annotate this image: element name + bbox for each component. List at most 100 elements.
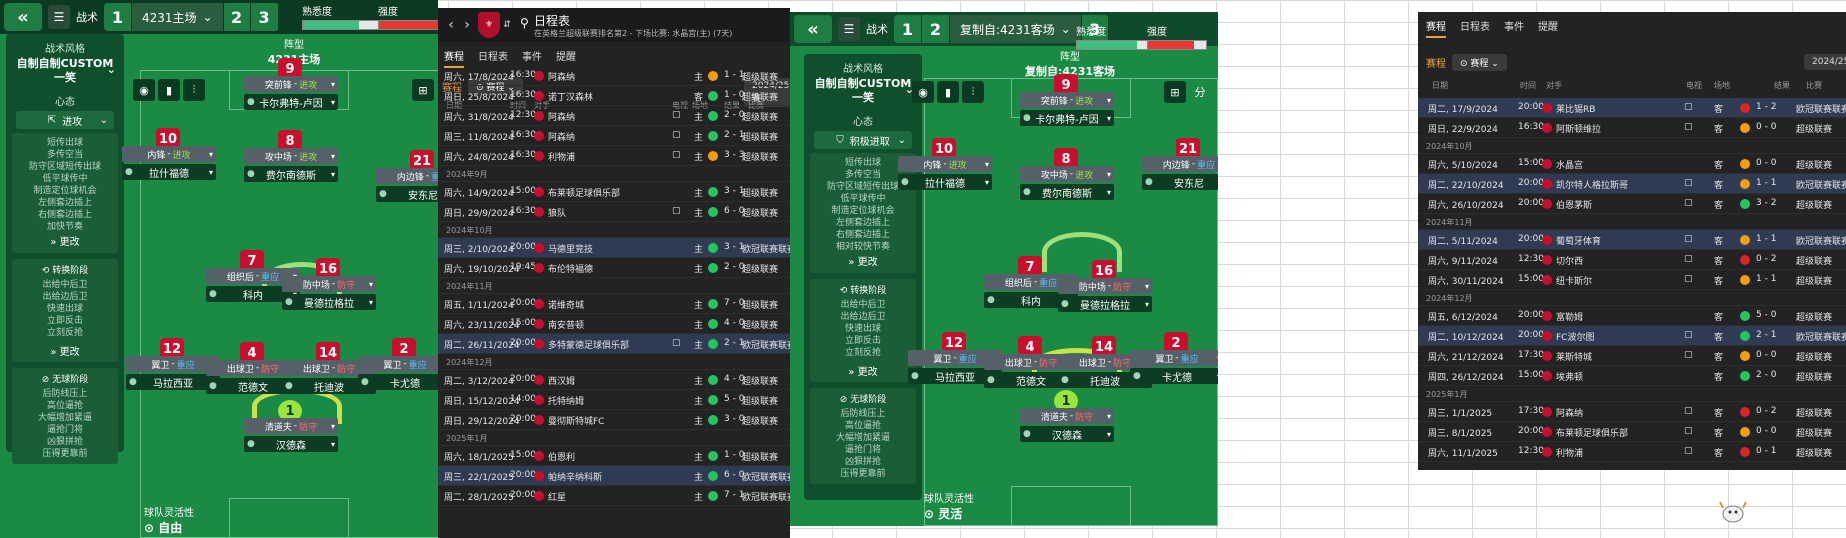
fixture-row[interactable]: 周日, 22/9/2024 16:30 阿斯顿维拉 ▢ 客 0 - 0 超级联赛 (1418, 118, 1846, 138)
player-role[interactable]: 内边锋-重应▾ (1142, 156, 1218, 172)
col-tv[interactable]: 电视 (1686, 80, 1702, 91)
fixture-row[interactable]: 周二, 26/11/2024 20:00 多特蒙德足球俱乐部 ▢ 主 2 - 1 欧冠联赛联… (438, 334, 790, 354)
player-name-slot[interactable]: ● 汉德森 ▾ (244, 436, 338, 452)
fixture-opponent[interactable]: 布莱顿足球俱乐部 (1556, 426, 1628, 439)
fixture-opponent[interactable]: 阿森纳 (548, 70, 575, 83)
fixture-opponent[interactable]: 红星 (548, 490, 566, 503)
player-name-slot[interactable]: ● 曼德拉格拉 ▾ (1058, 296, 1152, 312)
fixture-opponent[interactable]: 纽卡斯尔 (1556, 274, 1592, 287)
fixture-row[interactable]: 周六, 18/1/2025 15:00 伯恩利主 1 - 0 超级联赛 (438, 446, 790, 466)
nav-forward-button[interactable]: › (460, 14, 474, 36)
col-opponent[interactable]: 对手 (1546, 80, 1562, 91)
player-role[interactable]: 攻中场 - 进攻 ▾ (1020, 166, 1114, 182)
player-name-slot[interactable]: ● 拉什福德 ▾ (898, 174, 992, 190)
fixture-result[interactable]: 2 - 1 (1756, 330, 1776, 340)
fixture-opponent[interactable]: 埃弗顿 (1556, 370, 1583, 383)
fixture-row[interactable]: 周六, 21/12/2024 17:30 莱斯特城 ▢ 客 0 - 0 超级联赛 (1418, 346, 1846, 366)
fixture-row[interactable]: 周三, 8/1/2025 20:00 布莱顿足球俱乐部 ▢ 客 0 - 0 超级联赛 (1418, 422, 1846, 442)
fixture-opponent[interactable]: 伯恩利 (548, 450, 575, 463)
fixture-opponent[interactable]: 曼彻斯特城FC (548, 414, 604, 427)
fixture-row[interactable]: 周二, 22/10/2024 20:00 凯尔特人格拉斯哥 ▢ 客 1 - 1 欧冠联赛联赛 (1418, 174, 1846, 194)
fixture-result[interactable]: 0 - 2 (1756, 406, 1776, 416)
player-role[interactable]: 防中场 - 防守 ▾ (282, 276, 376, 292)
fixture-row[interactable]: 周六, 11/1/2025 12:30 利物浦 ▢ 客 0 - 1 超级联赛 (1418, 442, 1846, 462)
player-name-slot[interactable]: ● 曼德拉格拉 ▾ (282, 294, 376, 310)
fixture-row[interactable]: 周二, 28/1/202520:00红星主7 - 1欧冠联赛联赛 (438, 486, 790, 506)
fixture-row[interactable]: 周三, 22/1/202520:00帕纳辛纳科斯主6 - 0欧冠联赛联赛 (438, 466, 790, 486)
tab-reminders[interactable]: 提醒 (1538, 18, 1558, 38)
fixture-row[interactable]: 周六, 31/8/2024 12:30 阿森纳 ▢ 主 2 - 0 超级联赛 (438, 106, 790, 126)
back-button[interactable]: « (4, 3, 42, 31)
fixture-result[interactable]: 0 - 0 (1756, 122, 1776, 132)
fixture-opponent[interactable]: 狼队 (548, 206, 566, 219)
back-button[interactable]: « (794, 15, 832, 43)
player-name-slot[interactable]: ● 费尔南德斯 ▾ (244, 166, 338, 182)
fixture-result[interactable]: 1 - 1 (1756, 234, 1776, 244)
tactic-slot-3[interactable]: 3 (251, 3, 279, 31)
fixture-opponent[interactable]: 帕纳辛纳科斯 (548, 470, 602, 483)
col-venue[interactable]: 场地 (1714, 80, 1730, 91)
fixture-result[interactable]: 1 - 1 (1756, 274, 1776, 284)
fixture-opponent[interactable]: 阿森纳 (548, 110, 575, 123)
player-role[interactable]: 攻中场 - 进攻 ▾ (244, 148, 338, 164)
mentality-dropdown[interactable]: ⇱ 进攻 ⌄ (16, 111, 114, 129)
bar-chart-icon[interactable]: ▮ (158, 79, 180, 101)
fixture-opponent[interactable]: 西汉姆 (548, 374, 575, 387)
fixture-row[interactable]: 周日, 15/12/2024 14:00 托特纳姆主 5 - 0 超级联赛 (438, 390, 790, 410)
fixture-opponent[interactable]: 多特蒙德足球俱乐部 (548, 338, 629, 351)
fixture-opponent[interactable]: 托特纳姆 (548, 394, 584, 407)
col-result[interactable]: 结果 (1774, 80, 1790, 91)
player-name-slot[interactable]: ●卡尤德▾ (358, 374, 438, 390)
fixture-row[interactable]: 周四, 26/12/2024 15:00 埃弗顿 客 2 - 0 超级联赛 (1418, 366, 1846, 386)
fixture-row[interactable]: 周六, 24/8/2024 16:30 利物浦 ▢ 主 3 - 3 超级联赛 (438, 146, 790, 166)
player-role[interactable]: 内锋 - 进攻 ▾ (898, 156, 992, 172)
tab-events[interactable]: 事件 (1504, 18, 1524, 38)
tactic-slot-1[interactable]: 1 (894, 15, 922, 43)
player-name-slot[interactable]: ● 拉什福德 ▾ (122, 164, 216, 180)
chevron-down-icon[interactable]: ⇵ (500, 14, 514, 36)
fixture-opponent[interactable]: 莱比锡RB (1556, 102, 1595, 115)
fixture-row[interactable]: 周日, 29/9/2024 16:30 狼队 ▢ 主 6 - 0 超级联赛 (438, 202, 790, 222)
player-name-slot[interactable]: ●卡尤德▾ (1130, 368, 1218, 384)
fixture-result[interactable]: 3 - 2 (1756, 198, 1776, 208)
fixture-opponent[interactable]: 南安普顿 (548, 318, 584, 331)
col-time[interactable]: 时间 (1520, 80, 1536, 91)
fixture-row[interactable]: 周六, 23/11/2024 15:00 南安普顿主 4 - 0 超级联赛 (438, 314, 790, 334)
fixture-row[interactable]: 周日, 29/12/2024 20:00 曼彻斯特城FC 主 3 - 0 超级联赛 (438, 410, 790, 430)
fixture-opponent[interactable]: 阿森纳 (1556, 406, 1583, 419)
fixture-row[interactable]: 周六, 19/10/2024 19:45 布伦特福德主 2 - 0 超级联赛 (438, 258, 790, 278)
player-role[interactable]: 翼卫-重应 ▾ (1130, 350, 1218, 366)
player-name-slot[interactable]: ●安东尼▾ (1142, 174, 1218, 190)
player-role[interactable]: 内边锋-重应▾ (376, 168, 438, 184)
team-flexibility[interactable]: 球队灵活性 ⊙ 灵活 (924, 490, 974, 522)
player-role[interactable]: 防中场 - 防守 ▾ (1058, 278, 1152, 294)
fixture-result[interactable]: 1 - 1 (1756, 178, 1776, 188)
fixture-row[interactable]: 周六, 9/11/2024 12:30 切尔西 ▢ 客 0 - 2 超级联赛 (1418, 250, 1846, 270)
fixture-row[interactable]: 周五, 1/11/2024 20:00 诺维奇城主 7 - 0 超级联赛 (438, 294, 790, 314)
fixture-opponent[interactable]: 葡萄牙体育 (1556, 234, 1601, 247)
fixture-row[interactable]: 周三, 1/1/2025 17:30 阿森纳 ▢ 客 0 - 2 超级联赛 (1418, 402, 1846, 422)
tab-fixtures[interactable]: 赛程 (1426, 18, 1446, 38)
fixture-result[interactable]: 2 - 0 (1756, 370, 1776, 380)
fixture-opponent[interactable]: 利物浦 (1556, 446, 1583, 459)
col-date[interactable]: 日期 (1432, 80, 1448, 91)
fixture-row[interactable]: 周二, 3/12/2024 20:00 西汉姆主 4 - 0 超级联赛 (438, 370, 790, 390)
fixture-result[interactable]: 1 - 2 (1756, 102, 1776, 112)
fixture-row[interactable]: 周日, 25/8/2024 16:30 诺丁汉森林客 1 - 0 超级联赛 (438, 86, 790, 106)
tab-fixtures[interactable]: 赛程 (444, 48, 464, 68)
fixture-row[interactable]: 周三, 2/10/202420:00马德里竞技主3 - 1欧冠联赛联赛 (438, 238, 790, 258)
fixture-opponent[interactable]: 切尔西 (1556, 254, 1583, 267)
fixture-opponent[interactable]: 马德里竞技 (548, 242, 593, 255)
team-flexibility[interactable]: 球队灵活性 ⊙ 自由 (144, 504, 194, 536)
player-name-slot[interactable]: ● 卡尔弗特-卢因 ▾ (1020, 110, 1114, 126)
style-name[interactable]: 自制自制CUSTOM 一笑 ⌄ (804, 77, 922, 105)
fixture-opponent[interactable]: 阿森纳 (548, 130, 575, 143)
fixture-result[interactable]: 5 - 0 (1756, 310, 1776, 320)
grid-icon[interactable]: ⊞ (1164, 81, 1186, 103)
search-icon[interactable]: ⚲ (520, 16, 529, 30)
fixture-row[interactable]: 周三, 11/8/2024 16:30 阿森纳 ▢ 主 2 - 1 超级联赛 (438, 126, 790, 146)
fixture-opponent[interactable]: 诺维奇城 (548, 298, 584, 311)
player-role[interactable]: 突前锋 - 进攻 ▾ (1020, 92, 1114, 108)
fixture-row[interactable]: 周六, 14/9/2024 15:00 布莱顿足球俱乐部主 3 - 1 超级联赛 (438, 182, 790, 202)
filter-dropdown[interactable]: ⊙ 赛程 ⌄ (1452, 54, 1507, 71)
